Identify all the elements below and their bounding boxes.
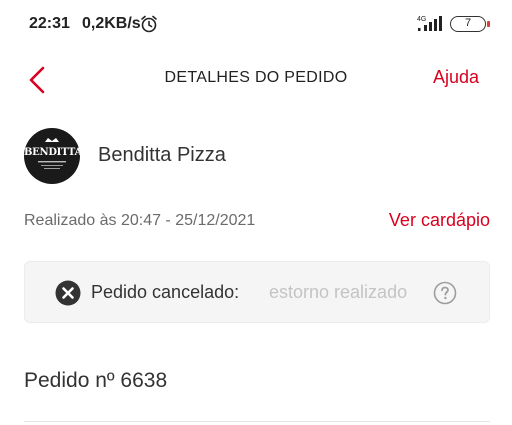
status-bar: 22:31 0,2KB/s 4G 7 — [0, 0, 512, 46]
network-type: 4G — [417, 16, 426, 23]
chevron-left-icon[interactable] — [26, 66, 50, 94]
divider — [24, 421, 490, 422]
view-menu-link[interactable]: Ver cardápio — [389, 210, 490, 231]
restaurant-header[interactable]: BENDITTA Benditta Pizza — [24, 128, 494, 184]
restaurant-logo-text: BENDITTA — [24, 147, 80, 158]
network-speed: 0,2KB/s — [82, 15, 141, 32]
battery-icon: 7 — [450, 16, 490, 32]
restaurant-logo: BENDITTA — [24, 128, 80, 184]
battery-tip — [487, 21, 490, 27]
order-placed-at: Realizado às 20:47 - 25/12/2021 — [24, 212, 256, 229]
restaurant-name: Benditta Pizza — [98, 144, 226, 166]
status-time: 22:31 — [29, 15, 70, 32]
battery-level: 7 — [464, 17, 472, 29]
order-number: Pedido nº 6638 — [24, 369, 168, 392]
help-link[interactable]: Ajuda — [433, 67, 479, 88]
order-status-box: Pedido cancelado: estorno realizado — [24, 261, 490, 323]
header: DETALHES DO PEDIDO Ajuda — [0, 56, 512, 102]
alarm-icon — [141, 15, 157, 33]
order-meta: Realizado às 20:47 - 25/12/2021 Ver card… — [24, 210, 490, 236]
cancel-circle-icon — [55, 280, 81, 306]
question-circle-icon[interactable] — [433, 281, 457, 305]
order-status-detail: estorno realizado — [269, 282, 408, 302]
order-status-label: Pedido cancelado: — [91, 282, 240, 302]
signal-icon: 4G — [417, 16, 442, 31]
